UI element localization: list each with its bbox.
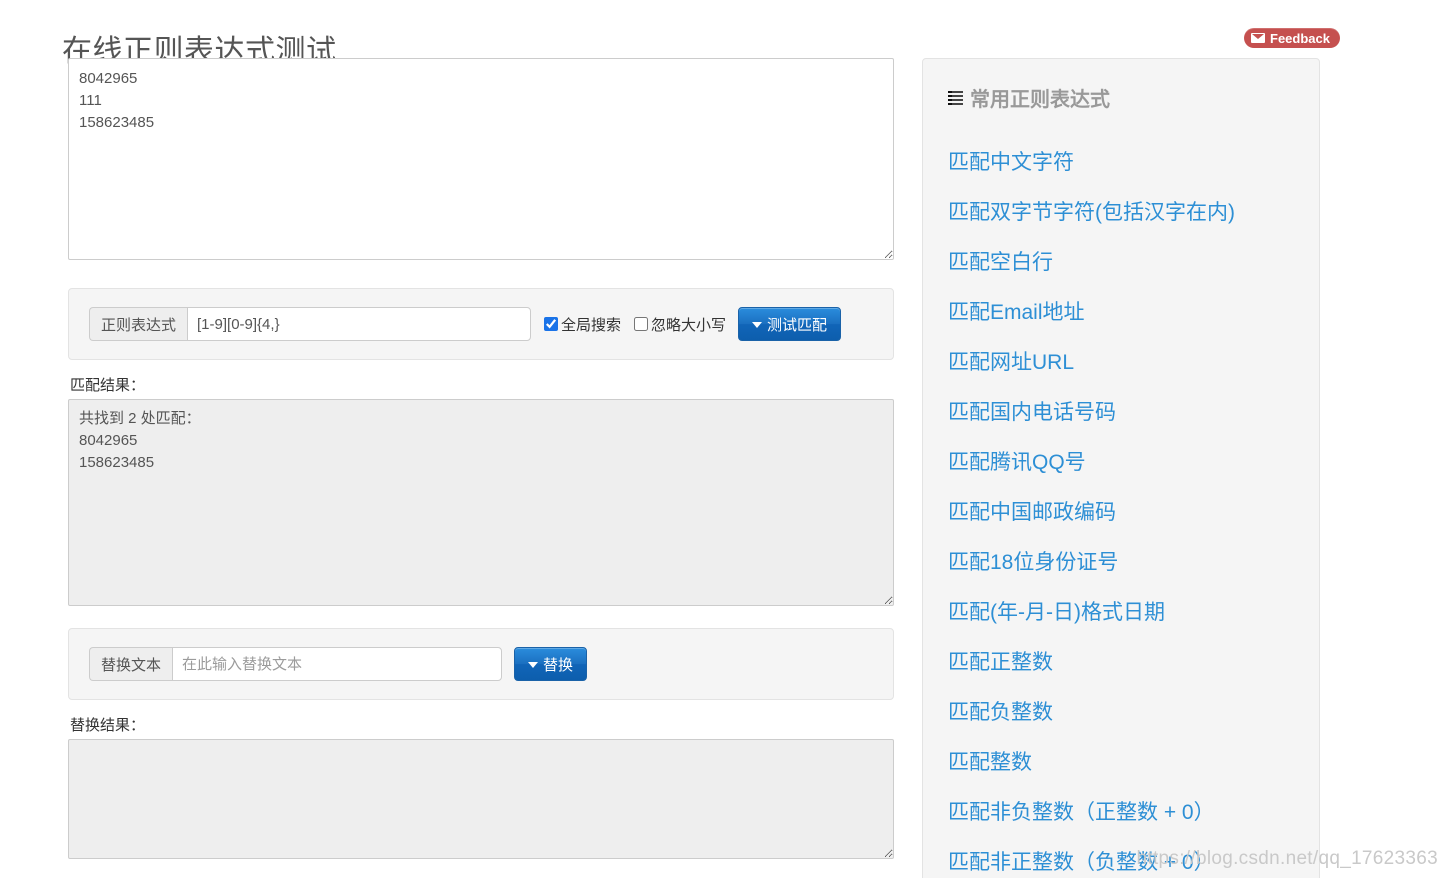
replace-result-output[interactable] [68,739,894,859]
sidebar-heading: 常用正则表达式 [923,83,1319,112]
global-search-checkbox-wrap[interactable]: 全局搜索 [544,314,621,335]
sidebar-item-6[interactable]: 匹配腾讯QQ号 [923,438,1319,488]
sidebar-heading-label: 常用正则表达式 [970,89,1110,111]
sidebar-item-10[interactable]: 匹配正整数 [923,638,1319,688]
envelope-icon [1251,33,1266,43]
sidebar-item-9[interactable]: 匹配(年-月-日)格式日期 [923,588,1319,638]
sidebar-item-12[interactable]: 匹配整数 [923,738,1319,788]
test-match-button[interactable]: 测试匹配 [738,307,842,341]
sidebar-item-11[interactable]: 匹配负整数 [923,688,1319,738]
replace-button-label: 替换 [543,656,574,674]
list-icon [948,90,963,105]
feedback-button[interactable]: Feedback [1244,28,1340,48]
chevron-down-icon [752,322,763,328]
test-match-label: 测试匹配 [767,316,828,334]
regex-input-group: 正则表达式 [89,307,532,341]
main-column: 正则表达式 全局搜索 忽略大小写 测试匹配 匹配结果： 替换文本 [68,58,894,859]
page-root: 在线正则表达式测试 Feedback 正则表达式 全局搜索 忽略大小写 测试匹配 [0,0,1448,878]
sidebar-item-5[interactable]: 匹配国内电话号码 [923,388,1319,438]
sidebar-item-14[interactable]: 匹配非正整数（负整数 + 0） [923,838,1319,878]
ignore-case-checkbox[interactable] [634,317,649,331]
common-regex-sidebar: 常用正则表达式 匹配中文字符 匹配双字节字符(包括汉字在内) 匹配空白行 匹配E… [922,58,1320,878]
sidebar-item-7[interactable]: 匹配中国邮政编码 [923,488,1319,538]
global-search-label: 全局搜索 [561,316,622,334]
sidebar-item-13[interactable]: 匹配非负整数（正整数 + 0） [923,788,1319,838]
sidebar-item-0[interactable]: 匹配中文字符 [923,138,1319,188]
sidebar-item-4[interactable]: 匹配网址URL [923,338,1319,388]
replace-result-label: 替换结果： [70,717,146,734]
regex-input[interactable] [187,307,532,341]
replace-text-input[interactable] [172,647,503,681]
sidebar-item-1[interactable]: 匹配双字节字符(包括汉字在内) [923,188,1319,238]
replace-label: 替换文本 [89,647,173,681]
match-result-output[interactable] [68,399,894,606]
sidebar-item-8[interactable]: 匹配18位身份证号 [923,538,1319,588]
replace-button[interactable]: 替换 [514,647,588,681]
match-result-label: 匹配结果： [70,377,146,394]
sidebar-item-3[interactable]: 匹配Email地址 [923,288,1319,338]
ignore-case-checkbox-wrap[interactable]: 忽略大小写 [634,314,726,335]
regex-panel: 正则表达式 全局搜索 忽略大小写 测试匹配 [68,288,894,360]
ignore-case-label: 忽略大小写 [651,316,727,334]
source-text-input[interactable] [68,58,894,260]
feedback-label: Feedback [1270,30,1330,46]
sidebar-item-2[interactable]: 匹配空白行 [923,238,1319,288]
replace-panel: 替换文本 替换 [68,628,894,700]
chevron-down-icon [528,662,539,668]
regex-label: 正则表达式 [89,307,188,341]
sidebar-link-list: 匹配中文字符 匹配双字节字符(包括汉字在内) 匹配空白行 匹配Email地址 匹… [923,138,1319,878]
replace-input-group: 替换文本 [89,647,503,681]
global-search-checkbox[interactable] [544,317,559,331]
